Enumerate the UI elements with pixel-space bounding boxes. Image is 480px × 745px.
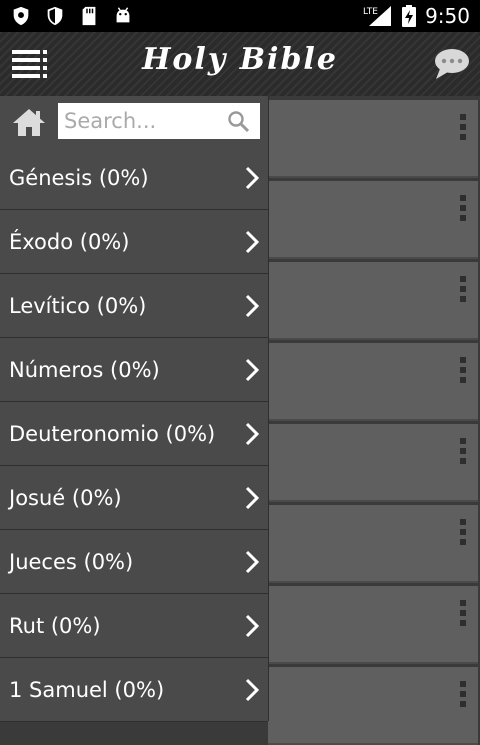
book-label: Levítico (0%) bbox=[9, 294, 147, 318]
background-card[interactable] bbox=[268, 100, 478, 178]
chevron-right-icon bbox=[245, 614, 260, 638]
chevron-right-icon bbox=[245, 422, 260, 446]
battery-charging-icon bbox=[402, 5, 417, 27]
status-bar: LTE 9:50 bbox=[0, 0, 480, 32]
background-card[interactable] bbox=[268, 505, 478, 583]
notification-icons bbox=[10, 5, 134, 27]
book-label: Rut (0%) bbox=[9, 614, 101, 638]
android-icon bbox=[116, 7, 130, 23]
chevron-right-icon bbox=[245, 358, 260, 382]
book-item-exodo[interactable]: Éxodo (0%) bbox=[0, 210, 268, 274]
system-indicators: LTE 9:50 bbox=[363, 0, 470, 32]
svg-text:LTE: LTE bbox=[363, 7, 378, 17]
book-item-deuteronomio[interactable]: Deuteronomio (0%) bbox=[0, 402, 268, 466]
status-time: 9:50 bbox=[425, 4, 470, 28]
book-item-jueces[interactable]: Jueces (0%) bbox=[0, 530, 268, 594]
shield-icon bbox=[47, 6, 63, 26]
background-card[interactable] bbox=[268, 181, 478, 259]
background-card[interactable] bbox=[268, 424, 478, 502]
overflow-menu-icon[interactable] bbox=[460, 357, 466, 383]
overflow-menu-icon[interactable] bbox=[460, 519, 466, 545]
chevron-right-icon bbox=[245, 486, 260, 510]
shield-icon bbox=[13, 6, 29, 26]
overflow-menu-icon[interactable] bbox=[460, 276, 466, 302]
book-item-levitico[interactable]: Levítico (0%) bbox=[0, 274, 268, 338]
overflow-menu-icon[interactable] bbox=[460, 114, 466, 140]
book-label: Deuteronomio (0%) bbox=[9, 422, 216, 446]
chevron-right-icon bbox=[245, 550, 260, 574]
search-input[interactable] bbox=[64, 106, 220, 136]
book-item-genesis[interactable]: Génesis (0%) bbox=[0, 146, 268, 210]
book-item-numeros[interactable]: Números (0%) bbox=[0, 338, 268, 402]
search-icon[interactable] bbox=[226, 109, 250, 133]
background-card-list bbox=[268, 96, 480, 745]
overflow-menu-icon[interactable] bbox=[460, 600, 466, 626]
signal-icon: LTE bbox=[363, 6, 392, 26]
overflow-menu-icon[interactable] bbox=[460, 681, 466, 707]
book-item-josue[interactable]: Josué (0%) bbox=[0, 466, 268, 530]
book-item-1-samuel[interactable]: 1 Samuel (0%) bbox=[0, 658, 268, 722]
chevron-right-icon bbox=[245, 294, 260, 318]
navigation-drawer: Génesis (0%) Éxodo (0%) Levítico (0%) Nú… bbox=[0, 96, 269, 722]
speech-bubble-icon[interactable] bbox=[432, 46, 470, 82]
app-title: Holy Bible bbox=[142, 42, 338, 77]
content-area: Génesis (0%) Éxodo (0%) Levítico (0%) Nú… bbox=[0, 96, 480, 745]
book-label: Génesis (0%) bbox=[9, 166, 149, 190]
book-label: Josué (0%) bbox=[9, 486, 122, 510]
background-card[interactable] bbox=[268, 262, 478, 340]
chevron-right-icon bbox=[245, 166, 260, 190]
search-box bbox=[58, 103, 260, 139]
book-label: 1 Samuel (0%) bbox=[9, 678, 165, 702]
book-label: Jueces (0%) bbox=[9, 550, 134, 574]
book-item-rut[interactable]: Rut (0%) bbox=[0, 594, 268, 658]
background-card[interactable] bbox=[268, 667, 478, 745]
sd-card-icon bbox=[82, 6, 96, 26]
chevron-right-icon bbox=[245, 678, 260, 702]
overflow-menu-icon[interactable] bbox=[460, 438, 466, 464]
overflow-menu-icon[interactable] bbox=[460, 195, 466, 221]
action-bar: Holy Bible bbox=[0, 32, 480, 96]
chevron-right-icon bbox=[245, 230, 260, 254]
book-list: Génesis (0%) Éxodo (0%) Levítico (0%) Nú… bbox=[0, 146, 268, 722]
book-label: Éxodo (0%) bbox=[9, 230, 130, 254]
background-card[interactable] bbox=[268, 343, 478, 421]
book-label: Números (0%) bbox=[9, 358, 160, 382]
drawer-search-row bbox=[0, 96, 268, 146]
background-card[interactable] bbox=[268, 586, 478, 664]
home-icon[interactable] bbox=[11, 106, 47, 138]
